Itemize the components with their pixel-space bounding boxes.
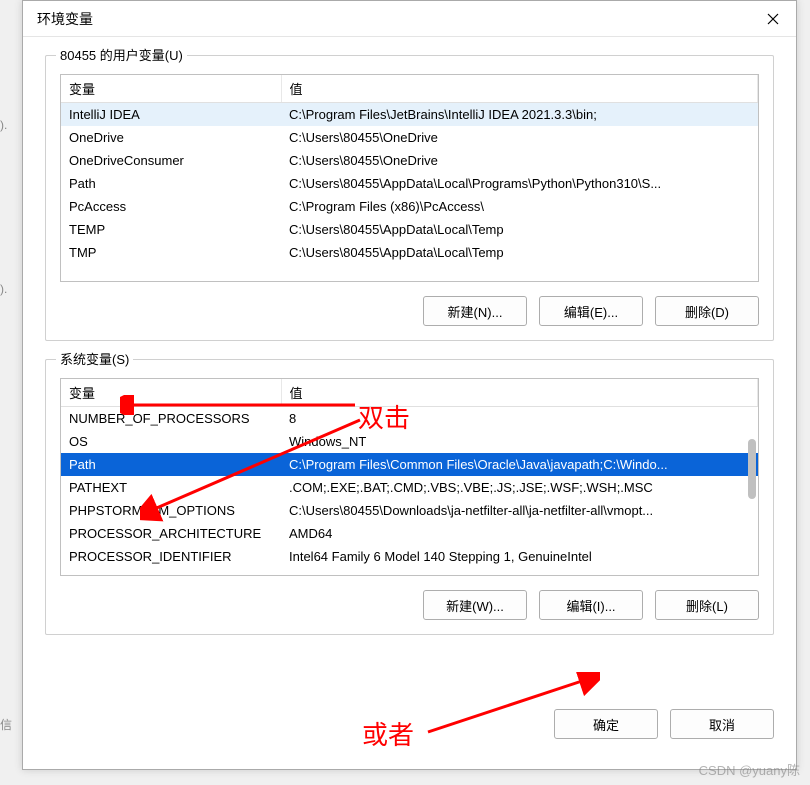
table-row[interactable]: PROCESSOR_IDENTIFIERIntel64 Family 6 Mod… bbox=[61, 545, 758, 568]
cancel-button[interactable]: 取消 bbox=[670, 709, 774, 739]
table-row[interactable]: PathC:\Users\80455\AppData\Local\Program… bbox=[61, 172, 758, 195]
user-delete-button[interactable]: 删除(D) bbox=[655, 296, 759, 326]
watermark: CSDN @yuany陈 bbox=[699, 760, 800, 779]
sys-new-button[interactable]: 新建(W)... bbox=[423, 590, 527, 620]
table-row[interactable]: NUMBER_OF_PROCESSORS8 bbox=[61, 407, 758, 430]
close-icon bbox=[767, 13, 779, 25]
col-header-var[interactable]: 变量 bbox=[61, 379, 281, 407]
table-row[interactable]: OneDriveC:\Users\80455\OneDrive bbox=[61, 126, 758, 149]
env-vars-dialog: 环境变量 80455 的用户变量(U) 变量 值 bbox=[22, 0, 797, 770]
dialog-title: 环境变量 bbox=[37, 9, 93, 29]
scrollbar-thumb[interactable] bbox=[748, 439, 756, 499]
table-row[interactable]: TMPC:\Users\80455\AppData\Local\Temp bbox=[61, 241, 758, 264]
col-header-val[interactable]: 值 bbox=[281, 379, 758, 407]
user-vars-label: 80455 的用户变量(U) bbox=[56, 45, 187, 64]
col-header-val[interactable]: 值 bbox=[281, 75, 758, 103]
sys-edit-button[interactable]: 编辑(I)... bbox=[539, 590, 643, 620]
user-vars-group: 80455 的用户变量(U) 变量 值 IntelliJ IDEAC:\Prog… bbox=[45, 55, 774, 341]
titlebar: 环境变量 bbox=[23, 1, 796, 37]
ok-button[interactable]: 确定 bbox=[554, 709, 658, 739]
sys-vars-table[interactable]: 变量 值 NUMBER_OF_PROCESSORS8 OSWindows_NT … bbox=[60, 378, 759, 576]
table-row[interactable]: PHPSTORM_VM_OPTIONSC:\Users\80455\Downlo… bbox=[61, 499, 758, 522]
user-new-button[interactable]: 新建(N)... bbox=[423, 296, 527, 326]
user-vars-table[interactable]: 变量 值 IntelliJ IDEAC:\Program Files\JetBr… bbox=[60, 74, 759, 282]
sys-delete-button[interactable]: 删除(L) bbox=[655, 590, 759, 620]
table-row[interactable]: PATHEXT.COM;.EXE;.BAT;.CMD;.VBS;.VBE;.JS… bbox=[61, 476, 758, 499]
sys-vars-group: 系统变量(S) 变量 值 NUMBER_OF_PROCESSORS8 OSWin… bbox=[45, 359, 774, 635]
table-row[interactable]: PROCESSOR_ARCHITECTUREAMD64 bbox=[61, 522, 758, 545]
table-row[interactable]: OneDriveConsumerC:\Users\80455\OneDrive bbox=[61, 149, 758, 172]
user-edit-button[interactable]: 编辑(E)... bbox=[539, 296, 643, 326]
sys-vars-label: 系统变量(S) bbox=[56, 349, 133, 368]
table-row[interactable]: IntelliJ IDEAC:\Program Files\JetBrains\… bbox=[61, 103, 758, 126]
table-row-selected[interactable]: PathC:\Program Files\Common Files\Oracle… bbox=[61, 453, 758, 476]
table-row[interactable]: TEMPC:\Users\80455\AppData\Local\Temp bbox=[61, 218, 758, 241]
col-header-var[interactable]: 变量 bbox=[61, 75, 281, 103]
close-button[interactable] bbox=[750, 1, 796, 37]
table-row[interactable]: OSWindows_NT bbox=[61, 430, 758, 453]
table-row[interactable]: PcAccessC:\Program Files (x86)\PcAccess\ bbox=[61, 195, 758, 218]
